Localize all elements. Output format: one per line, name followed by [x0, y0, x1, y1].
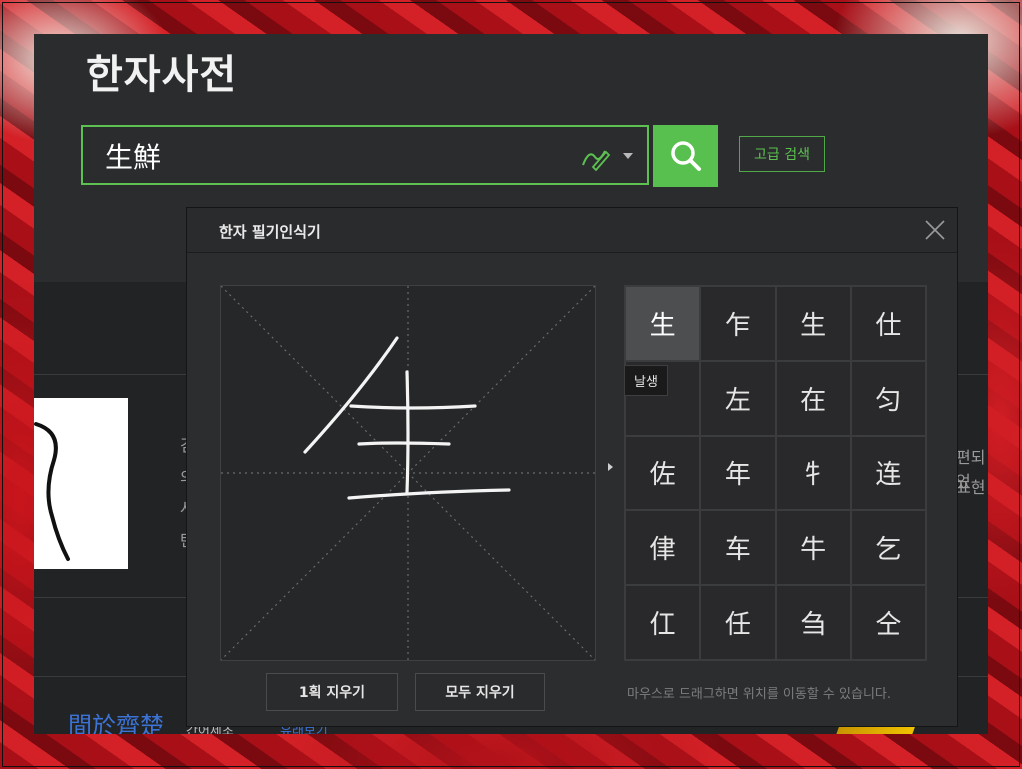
clear-one-stroke-button[interactable]: 1획 지우기 [266, 673, 398, 711]
candidate-cell[interactable]: 佐 [625, 435, 701, 511]
candidate-cell[interactable]: 车 [700, 510, 776, 586]
candidate-cell[interactable]: 乍 [700, 286, 776, 361]
handwriting-recognizer-dialog[interactable]: 한자 필기인식기 生 乍 生 仕 左 在 匀 佐 年 牜 连 侓 车 牛 乞 仜… [186, 207, 958, 727]
stroke-order-thumbnail [34, 398, 128, 569]
candidate-cell[interactable]: 年 [700, 435, 776, 511]
close-icon[interactable] [923, 218, 947, 242]
candidate-cell[interactable]: 生 [775, 286, 851, 361]
candidate-cell[interactable]: 牛 [775, 510, 851, 586]
peek-text: 표현 [956, 478, 986, 497]
candidate-cell[interactable]: 牜 [775, 435, 851, 511]
candidate-cell[interactable]: 侓 [625, 510, 701, 586]
page-title: 한자사전 [86, 52, 238, 98]
candidate-cell[interactable]: 仜 [625, 585, 701, 660]
candidate-cell[interactable]: 刍 [775, 585, 851, 660]
drag-hint: 마우스로 드래그하면 위치를 이동할 수 있습니다. [627, 687, 891, 702]
search-button[interactable] [653, 125, 718, 187]
candidate-cell[interactable]: 在 [775, 360, 851, 436]
candidate-grid: 生 乍 生 仕 左 在 匀 佐 年 牜 连 侓 车 牛 乞 仜 任 刍 仝 [624, 285, 927, 661]
handwriting-pen-icon[interactable] [579, 143, 611, 171]
dialog-header[interactable]: 한자 필기인식기 [187, 208, 957, 253]
handwritten-stroke [303, 336, 511, 500]
candidate-cell[interactable]: 任 [700, 585, 776, 660]
candidate-cell[interactable]: 生 [625, 286, 701, 361]
arrow-right-icon [608, 463, 613, 471]
dialog-title: 한자 필기인식기 [219, 223, 321, 241]
candidate-cell[interactable]: 乞 [850, 510, 926, 586]
clear-all-button[interactable]: 모두 지우기 [415, 673, 545, 711]
search-box[interactable] [81, 125, 649, 185]
candidate-cell[interactable]: 匀 [850, 360, 926, 436]
advanced-search-button[interactable]: 고급 검색 [739, 136, 825, 172]
idiom-title[interactable]: 間於齊楚 [68, 706, 164, 734]
candidate-cell[interactable]: 连 [850, 435, 926, 511]
candidate-tooltip: 날생 [624, 365, 668, 396]
drawing-pad[interactable] [220, 285, 596, 661]
dropdown-caret-icon[interactable] [623, 153, 633, 159]
candidate-cell[interactable]: 仕 [850, 286, 926, 361]
search-icon [670, 141, 701, 171]
candidate-cell[interactable]: 仝 [850, 585, 926, 660]
search-input[interactable] [103, 135, 567, 177]
candidate-cell[interactable]: 左 [700, 360, 776, 436]
